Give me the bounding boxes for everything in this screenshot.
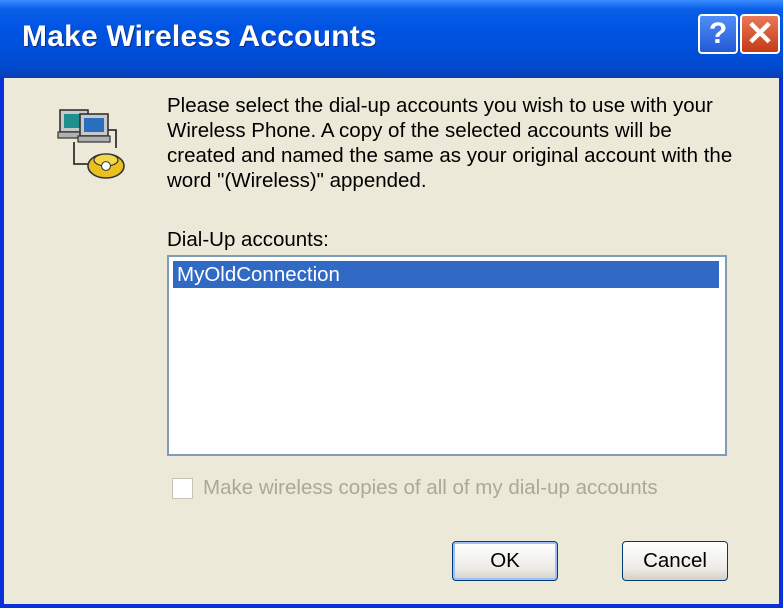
dial-up-networking-icon bbox=[57, 109, 125, 179]
copy-all-checkbox[interactable] bbox=[172, 477, 193, 499]
copy-all-label: Make wireless copies of all of my dial-u… bbox=[203, 476, 658, 499]
instructions-line: Wireless Phone. A copy of the selected a… bbox=[167, 119, 672, 142]
dialup-accounts-listbox[interactable]: MyOldConnection bbox=[167, 255, 727, 456]
dialup-accounts-label: Dial-Up accounts: bbox=[167, 228, 329, 251]
cancel-button[interactable]: Cancel bbox=[622, 541, 728, 581]
close-button[interactable]: ✕ bbox=[740, 14, 780, 54]
help-icon: ? bbox=[708, 17, 728, 50]
instructions-line: created and named the same as your origi… bbox=[167, 144, 733, 167]
close-icon: ✕ bbox=[745, 15, 775, 53]
window-title: Make Wireless Accounts bbox=[22, 20, 377, 53]
title-bar[interactable]: Make Wireless Accounts ? ✕ bbox=[0, 0, 783, 78]
instructions-line: word "(Wireless)" appended. bbox=[167, 169, 427, 192]
instructions-text: Please select the dial-up accounts you w… bbox=[167, 93, 767, 193]
instructions-line: Please select the dial-up accounts you w… bbox=[167, 94, 713, 117]
help-button[interactable]: ? bbox=[698, 14, 738, 54]
copy-all-option: Make wireless copies of all of my dial-u… bbox=[172, 476, 658, 500]
dialog-window: Make Wireless Accounts ? ✕ Please select… bbox=[0, 0, 783, 608]
ok-button[interactable]: OK bbox=[452, 541, 558, 581]
list-item[interactable]: MyOldConnection bbox=[173, 261, 719, 288]
